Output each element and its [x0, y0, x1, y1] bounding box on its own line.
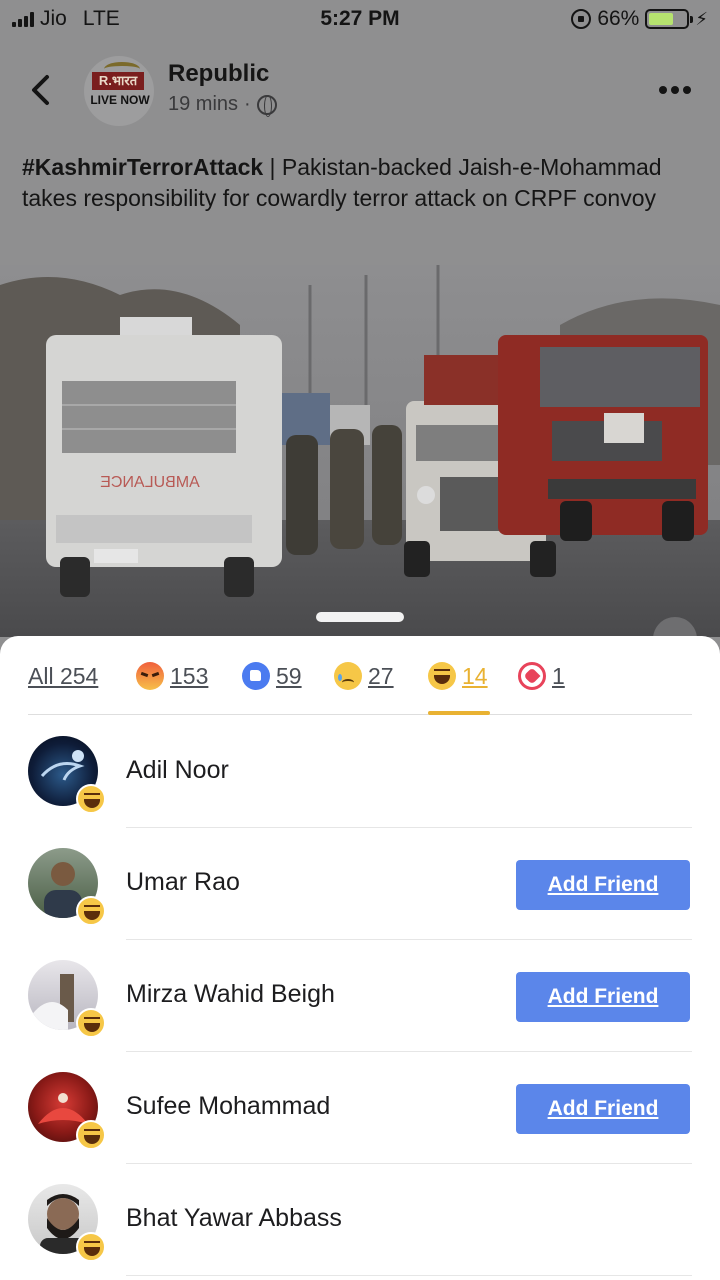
angry-icon [136, 662, 164, 690]
add-friend-button[interactable]: Add Friend [516, 860, 690, 910]
list-item[interactable]: Mirza Wahid Beigh Add Friend [0, 940, 720, 1052]
like-icon [242, 662, 270, 690]
logo-wordmark: R.भारत [92, 72, 144, 90]
person-name[interactable]: Mirza Wahid Beigh [126, 980, 335, 1009]
tab-like[interactable]: 59 [242, 660, 302, 692]
globe-icon [256, 94, 277, 117]
person-name[interactable]: Sufee Mohammad [126, 1092, 330, 1121]
photo-scene: AMBULANCE [0, 265, 720, 637]
list-item[interactable]: Bhat Yawar Abbass [0, 1164, 720, 1276]
sheet-grab-handle[interactable] [316, 612, 404, 622]
sad-icon [334, 662, 362, 690]
haha-icon [76, 1008, 106, 1038]
love-icon [518, 662, 546, 690]
post-hashtag[interactable]: #KashmirTerrorAttack [22, 154, 263, 180]
more-dots-icon [659, 86, 691, 94]
logo-live-now: LIVE NOW [90, 93, 150, 107]
page-avatar[interactable]: R.भारत LIVE NOW [84, 56, 154, 126]
add-friend-button[interactable]: Add Friend [516, 972, 690, 1022]
charging-bolt-icon: ⚡ [695, 8, 708, 29]
active-tab-indicator [428, 711, 490, 715]
haha-icon [76, 1120, 106, 1150]
tab-love[interactable]: 1 [518, 660, 565, 692]
person-name[interactable]: Adil Noor [126, 756, 229, 785]
haha-icon [428, 662, 456, 690]
haha-icon [76, 784, 106, 814]
back-button[interactable] [22, 70, 62, 110]
post-header: R.भारत LIVE NOW Republic 19 mins · [0, 48, 720, 138]
list-item[interactable]: Adil Noor [0, 716, 720, 828]
ambulance: AMBULANCE [46, 317, 282, 597]
row-divider [126, 1275, 692, 1276]
orientation-lock-icon [571, 9, 592, 29]
haha-icon [76, 896, 106, 926]
reaction-tabs: All 254 153 59 27 14 1 [28, 636, 692, 715]
status-right: 66% ⚡ [571, 7, 708, 31]
list-item[interactable]: Umar Rao Add Friend [0, 828, 720, 940]
post-text: #KashmirTerrorAttack | Pakistan-backed J… [22, 152, 702, 214]
list-item[interactable]: Sufee Mohammad Add Friend [0, 1052, 720, 1164]
reactions-sheet: All 254 153 59 27 14 1 Adil Noor Umar Ra… [0, 636, 720, 1280]
soldiers [286, 425, 402, 555]
tab-all-label: All 254 [28, 662, 99, 689]
more-options-button[interactable] [658, 76, 692, 96]
add-friend-button[interactable]: Add Friend [516, 1084, 690, 1134]
meta-dot: · [244, 93, 251, 115]
page-name[interactable]: Republic [168, 60, 269, 88]
post-time[interactable]: 19 mins [168, 93, 238, 116]
reactors-list: Adil Noor Umar Rao Add Friend Mirza Wahi… [0, 716, 720, 1276]
battery-icon [645, 9, 694, 29]
ambulance-sign: AMBULANCE [100, 474, 200, 491]
tab-like-count: 59 [276, 662, 302, 689]
tab-angry[interactable]: 153 [136, 660, 208, 692]
battery-percent: 66% [597, 7, 640, 30]
tab-love-count: 1 [552, 662, 565, 689]
tab-all[interactable]: All 254 [28, 660, 98, 692]
post-meta: 19 mins · [168, 93, 277, 117]
person-name[interactable]: Bhat Yawar Abbass [126, 1204, 342, 1233]
tab-haha[interactable]: 14 [428, 660, 488, 692]
status-bar: Jio LTE 5:27 PM 66% ⚡ [0, 0, 720, 38]
person-name[interactable]: Umar Rao [126, 868, 240, 897]
tab-sad[interactable]: 27 [334, 660, 394, 692]
post-photo[interactable]: AMBULANCE [0, 265, 720, 637]
haha-icon [76, 1232, 106, 1262]
chevron-left-icon [32, 75, 49, 105]
tab-angry-count: 153 [170, 662, 209, 689]
tab-haha-count: 14 [462, 662, 488, 689]
tab-sad-count: 27 [368, 662, 394, 689]
